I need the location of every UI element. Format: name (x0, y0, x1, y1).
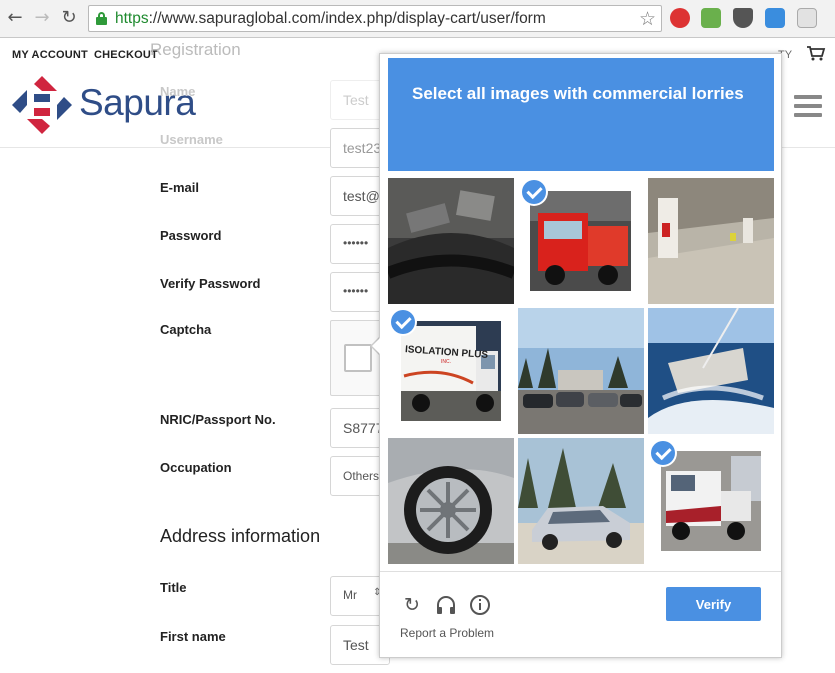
form-title: Registration (150, 40, 241, 59)
address-bar[interactable]: https://www.sapuraglobal.com/index.php/d… (88, 5, 662, 32)
audio-challenge-icon[interactable] (435, 594, 457, 616)
captcha-tile-1[interactable] (388, 178, 514, 304)
forward-icon[interactable]: → (33, 9, 51, 27)
captcha-label: Captcha (160, 322, 212, 337)
captcha-tile-2[interactable] (518, 178, 644, 304)
password-label: Password (160, 228, 222, 243)
car-wheel-image (388, 438, 514, 564)
nav-checkout[interactable]: CHECKOUT (94, 49, 158, 61)
selected-check-icon (391, 310, 415, 334)
selected-check-icon (651, 441, 675, 465)
captcha-tile-7[interactable] (388, 438, 514, 564)
recaptcha-checkbox[interactable] (344, 344, 372, 372)
captcha-tile-3[interactable] (648, 178, 774, 304)
info-icon[interactable] (469, 594, 491, 616)
parking-lot-cars-image (518, 308, 644, 434)
download-extension-icon[interactable] (765, 8, 785, 28)
challenge-header: Select all images with commercial lorrie… (388, 58, 774, 171)
footer-divider (380, 571, 781, 572)
secure-lock-icon (96, 12, 107, 25)
username-label: Username (160, 132, 223, 147)
report-problem-link[interactable]: Report a Problem (400, 626, 494, 640)
url-text: https://www.sapuraglobal.com/index.php/d… (115, 10, 546, 27)
selected-check-icon (522, 180, 546, 204)
pocket-extension-icon[interactable] (733, 8, 753, 28)
nav-my-account[interactable]: MY ACCOUNT (12, 49, 88, 61)
recaptcha-challenge-popup: Select all images with commercial lorrie… (379, 53, 782, 658)
title-select-value: Mr (343, 588, 357, 602)
menu-extension-icon[interactable] (797, 8, 817, 28)
title-label: Title (160, 580, 187, 595)
popup-arrow-fill (372, 337, 381, 355)
parking-garage-image (648, 178, 774, 304)
evernote-extension-icon[interactable] (701, 8, 721, 28)
silver-sedan-image (518, 438, 644, 564)
bookmark-star-icon[interactable]: ☆ (639, 8, 656, 30)
occupation-label: Occupation (160, 460, 232, 475)
cart-icon[interactable] (806, 45, 826, 61)
browser-toolbar: ← → ↻ https://www.sapuraglobal.com/index… (0, 0, 835, 38)
red-truck-image (530, 191, 631, 291)
isolation-plus-truck-image: ISOLATION PLUS INC. (401, 321, 501, 421)
captcha-tile-6[interactable] (648, 308, 774, 434)
image-grid: ISOLATION PLUS INC. (388, 178, 774, 564)
captcha-tile-9[interactable] (648, 438, 774, 564)
verify-password-label: Verify Password (160, 276, 261, 291)
captcha-tile-4[interactable]: ISOLATION PLUS INC. (388, 308, 514, 434)
captcha-tile-5[interactable] (518, 308, 644, 434)
hamburger-menu-icon[interactable] (794, 95, 822, 122)
captcha-tile-8[interactable] (518, 438, 644, 564)
nric-label: NRIC/Passport No. (160, 412, 276, 427)
email-label: E-mail (160, 180, 200, 195)
verify-button[interactable]: Verify (666, 587, 761, 621)
first-name-label: First name (160, 629, 226, 644)
reload-icon[interactable]: ↻ (60, 9, 78, 27)
semi-truck-cab-image (661, 451, 761, 551)
back-icon[interactable]: ← (6, 9, 24, 27)
name-label: Name (160, 84, 196, 99)
reload-challenge-icon[interactable]: ↻ (401, 594, 423, 616)
challenge-instruction: Select all images with commercial lorrie… (412, 84, 744, 103)
tire-underside-image (388, 178, 514, 304)
sailboat-image (648, 308, 774, 434)
truck-sign-subtext: INC. (441, 359, 451, 365)
address-section-title: Address information (160, 526, 321, 546)
sapura-logo-icon (12, 76, 72, 134)
adblock-extension-icon[interactable] (670, 8, 690, 28)
